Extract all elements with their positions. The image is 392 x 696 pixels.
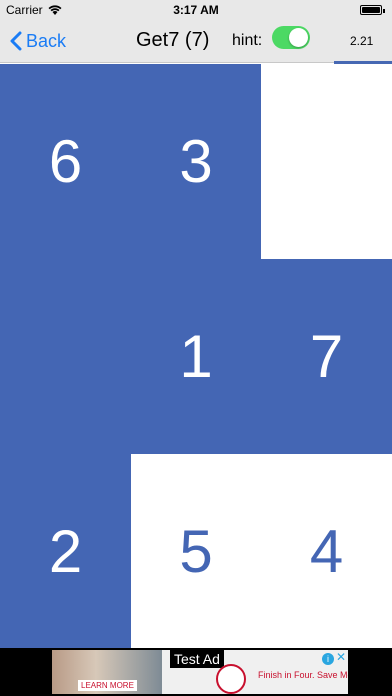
back-button[interactable]: Back [10, 27, 66, 55]
ad-label: Test Ad [170, 650, 224, 668]
status-time: 3:17 AM [173, 3, 219, 17]
tile-r3c1[interactable]: 2 [0, 454, 131, 648]
ad-learn-more[interactable]: LEARN MORE [78, 680, 137, 691]
hint-toggle[interactable] [272, 26, 310, 49]
tile-r2c2[interactable]: 1 [131, 259, 261, 454]
nav-bar: Back Get7 (7) hint: 2.21 [0, 20, 392, 63]
ad-banner[interactable]: LEARN MORE Test Ad Finish in Four. Save … [0, 648, 392, 696]
tile-r1c1[interactable]: 6 [0, 64, 131, 259]
close-icon[interactable]: ✕ [336, 650, 346, 664]
status-bar: Carrier 3:17 AM [0, 0, 392, 20]
tile-r3c3[interactable]: 4 [261, 454, 392, 648]
back-label: Back [26, 30, 67, 51]
score-value: 2.21 [350, 34, 374, 48]
tile-r2c1[interactable] [0, 259, 131, 454]
chevron-left-icon [10, 31, 22, 51]
tile-r1c3[interactable] [261, 64, 392, 259]
page-title: Get7 (7) [136, 29, 210, 51]
info-icon[interactable]: i [322, 653, 334, 665]
hint-label: hint: [232, 32, 263, 49]
tile-r2c3[interactable]: 7 [261, 259, 392, 454]
ad-logo [216, 664, 246, 694]
toggle-knob [289, 28, 308, 47]
ad-tagline: Finish in Four. Save Mor [258, 670, 348, 680]
ad-content[interactable]: LEARN MORE Test Ad Finish in Four. Save … [52, 650, 348, 694]
battery-icon [360, 5, 385, 15]
tile-r1c2[interactable]: 3 [131, 64, 261, 259]
tile-r3c2[interactable]: 5 [131, 454, 261, 648]
game-board: 6 3 1 7 2 5 4 [0, 64, 392, 648]
